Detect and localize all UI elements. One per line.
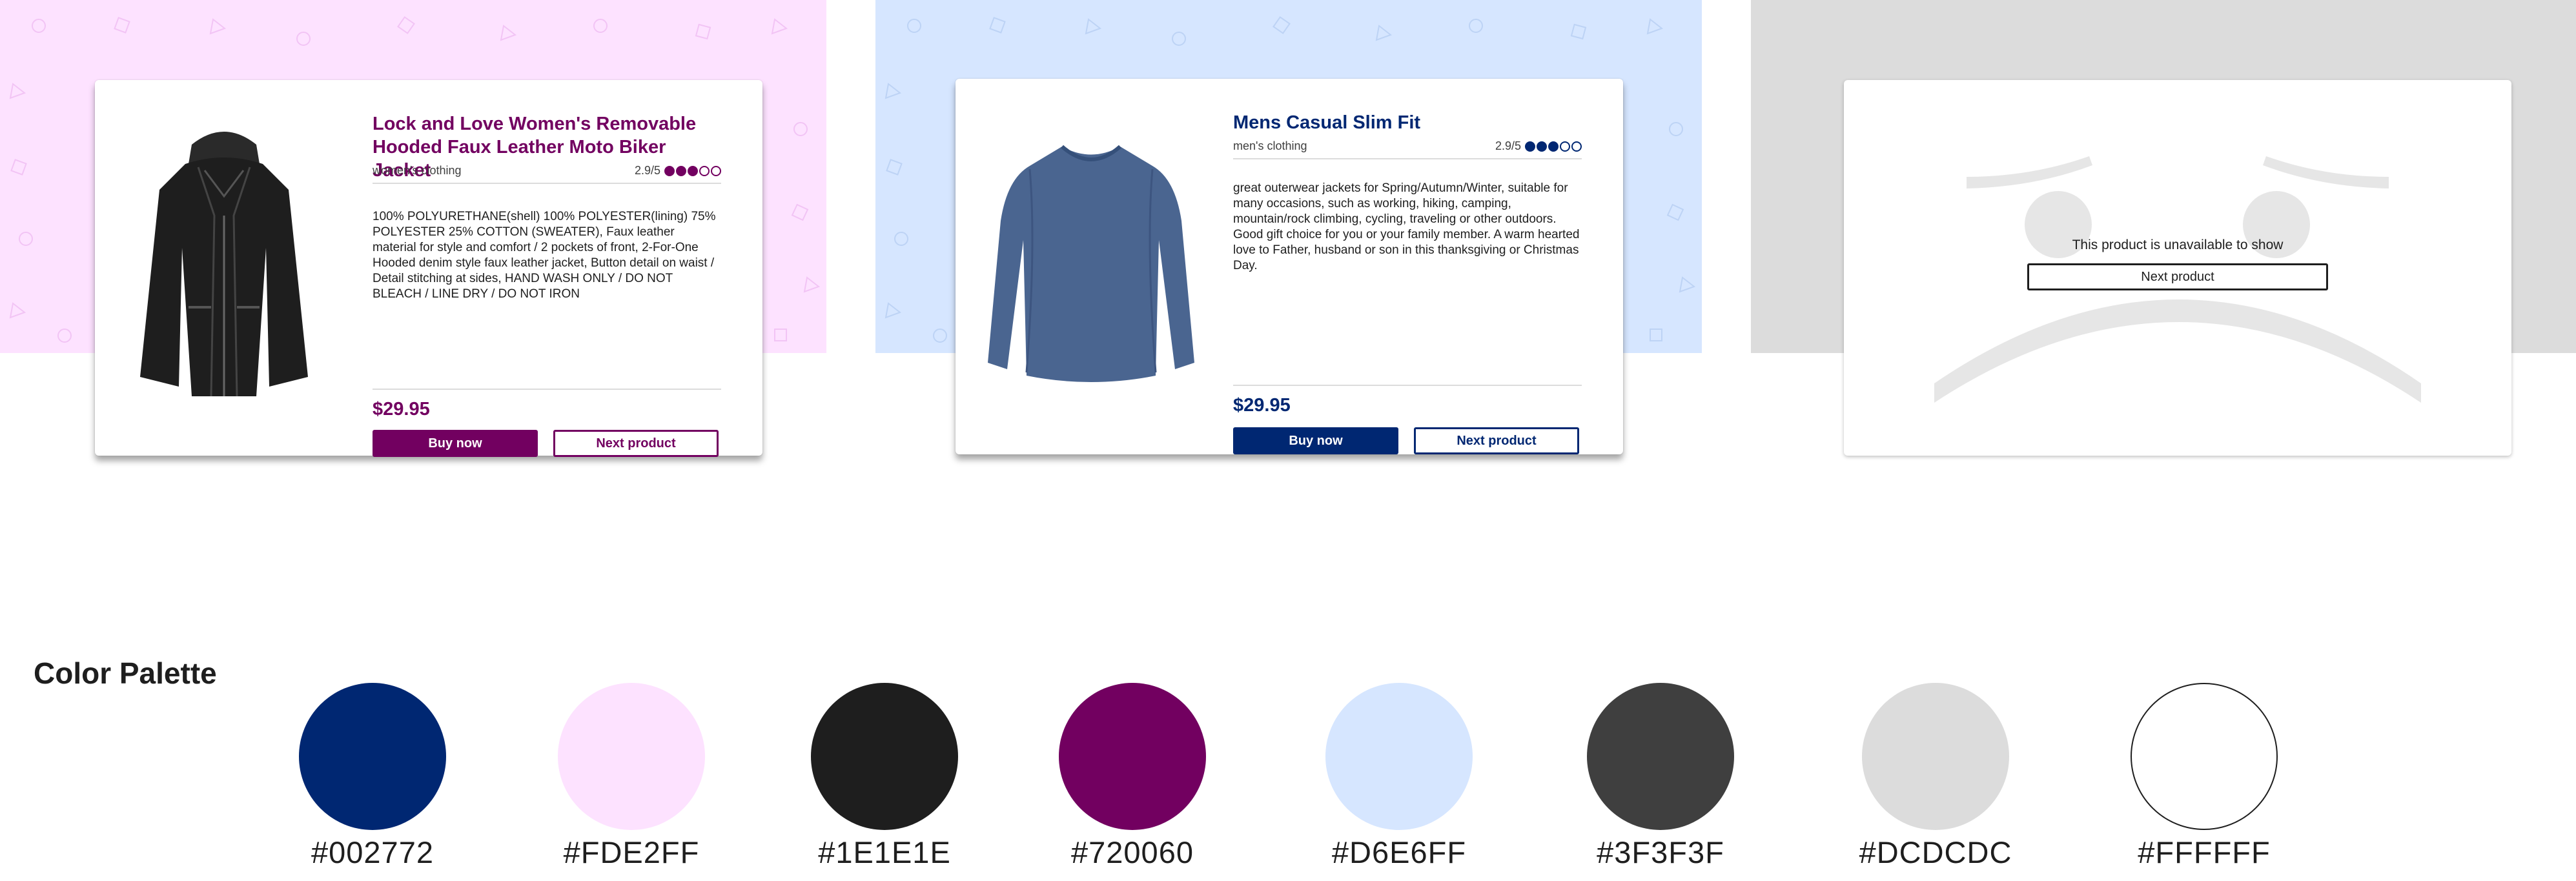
color-swatch-label: #D6E6FF xyxy=(1331,835,1467,869)
rating: 2.9/5 xyxy=(1495,139,1582,153)
color-swatch xyxy=(1059,683,1206,830)
product-price: $29.95 xyxy=(373,399,430,420)
rating-dot-empty xyxy=(1571,141,1582,152)
product-info: Mens Casual Slim Fit men's clothing 2.9/… xyxy=(1233,111,1582,454)
next-product-button[interactable]: Next product xyxy=(1414,427,1579,454)
color-swatch-label: #1E1E1E xyxy=(818,835,951,869)
rating: 2.9/5 xyxy=(635,164,721,177)
color-swatch-label: #3F3F3F xyxy=(1597,835,1724,869)
color-swatch xyxy=(1325,683,1473,830)
buy-now-button[interactable]: Buy now xyxy=(1233,427,1398,454)
rating-dot-empty xyxy=(1560,141,1570,152)
product-card-unavailable: This product is unavailable to show Next… xyxy=(1844,80,2511,456)
rating-dot-filled xyxy=(1525,141,1535,152)
product-card-men: Mens Casual Slim Fit men's clothing 2.9/… xyxy=(956,79,1623,454)
color-swatch xyxy=(299,683,446,830)
rating-dots xyxy=(664,165,721,176)
product-category: men's clothing xyxy=(1233,139,1307,152)
rating-dot-filled xyxy=(1548,141,1559,152)
rating-dots xyxy=(1525,141,1582,152)
next-product-button[interactable]: Next product xyxy=(553,430,719,457)
color-swatch xyxy=(558,683,705,830)
product-price: $29.95 xyxy=(1233,395,1291,416)
rating-dot-filled xyxy=(688,165,698,176)
rating-text: 2.9/5 xyxy=(634,164,660,177)
rating-dot-filled xyxy=(676,165,686,176)
rating-text: 2.9/5 xyxy=(1495,139,1521,152)
color-swatch-label: #DCDCDC xyxy=(1859,835,2012,869)
next-product-button[interactable]: Next product xyxy=(2027,263,2328,290)
product-card-women: Lock and Love Women's Removable Hooded F… xyxy=(95,80,762,457)
color-swatch-label: #FDE2FF xyxy=(563,835,700,869)
color-swatch xyxy=(811,683,958,830)
color-swatch xyxy=(1862,683,2009,830)
product-description: great outerwear jackets for Spring/Autum… xyxy=(1233,181,1580,272)
blue-long-sleeve-shirt-icon xyxy=(988,145,1194,382)
product-info: Lock and Love Women's Removable Hooded F… xyxy=(373,112,721,457)
meta-row: men's clothing 2.9/5 xyxy=(1233,139,1582,159)
rating-dot-filled xyxy=(1537,141,1547,152)
black-leather-jacket-icon xyxy=(140,132,308,397)
product-title: Mens Casual Slim Fit xyxy=(1233,112,1421,133)
color-swatch-label: #720060 xyxy=(1071,835,1194,869)
divider xyxy=(1233,385,1582,386)
color-swatch xyxy=(1587,683,1734,830)
color-swatch-label: #FFFFFF xyxy=(2138,835,2271,869)
rating-dot-empty xyxy=(711,165,721,176)
rating-dot-filled xyxy=(664,165,675,176)
rating-dot-empty xyxy=(699,165,710,176)
unavailable-message: This product is unavailable to show xyxy=(2072,238,2284,252)
meta-row: women's clothing 2.9/5 xyxy=(373,164,721,184)
palette-title: Color Palette xyxy=(34,656,217,690)
product-category: women's clothing xyxy=(373,164,462,177)
product-description: 100% POLYURETHANE(shell) 100% POLYESTER(… xyxy=(373,210,716,301)
buy-now-button[interactable]: Buy now xyxy=(373,430,538,457)
color-swatch xyxy=(2131,683,2278,830)
color-swatch-label: #002772 xyxy=(311,835,434,869)
divider xyxy=(373,389,721,390)
